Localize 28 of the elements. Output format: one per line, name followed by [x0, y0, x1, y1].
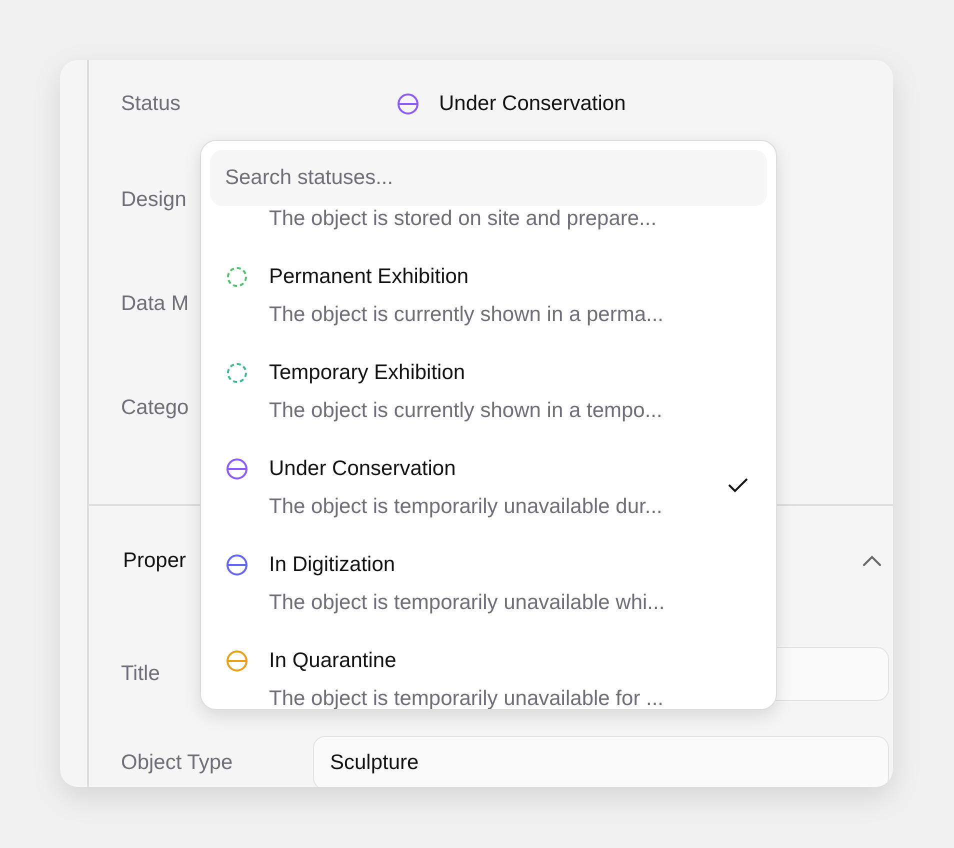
option-name: In Quarantine — [269, 648, 398, 674]
option-name: Permanent Exhibition — [269, 264, 470, 290]
status-option[interactable]: In Digitization The object is temporarily unavailable whi... — [226, 532, 751, 628]
field-label: Design — [121, 188, 186, 212]
status-option[interactable]: Permanent Exhibition The object is currently shown in a perma... — [226, 244, 751, 340]
option-name: Temporary Exhibition — [269, 360, 466, 386]
section-title: Proper — [123, 548, 186, 574]
status-option[interactable]: Under Conservation The object is temporarily unavailable dur... — [226, 436, 751, 532]
option-name: Under Conservation — [269, 456, 457, 482]
option-description: The object is stored on site and prepare... — [269, 206, 657, 232]
status-option[interactable]: The object is stored on site and prepare... — [226, 206, 751, 244]
field-label: Title — [121, 662, 160, 686]
option-description: The object is temporarily unavailable whi... — [269, 590, 665, 616]
field-label: Object Type — [121, 751, 233, 774]
status-value[interactable]: Under Conservation — [439, 88, 626, 120]
field-label: Data M — [121, 292, 189, 316]
text-field[interactable]: Sculpture — [313, 736, 889, 787]
field-label: Catego — [121, 396, 189, 420]
chevron-icon[interactable] — [861, 554, 883, 568]
option-description: The object is temporarily unavailable dur... — [269, 494, 662, 520]
search-field[interactable]: Search statuses... — [210, 150, 767, 206]
option-description: The object is currently shown in a perma... — [269, 302, 664, 328]
field-label: Status — [121, 92, 181, 115]
status-option[interactable]: Temporary Exhibition The object is currently shown in a tempo... — [226, 340, 751, 436]
option-description: The object is temporarily unavailable for ... — [269, 686, 664, 709]
option-name: In Digitization — [269, 552, 396, 578]
status-option[interactable]: In Quarantine The object is temporarily unavailable for ... — [226, 628, 751, 709]
option-description: The object is currently shown in a tempo... — [269, 398, 662, 424]
